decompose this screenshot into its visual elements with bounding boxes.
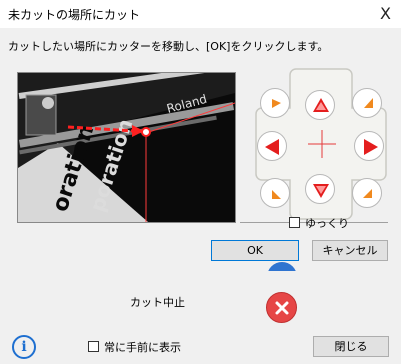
move-up-right-button[interactable] xyxy=(352,88,382,118)
move-pad xyxy=(246,64,396,224)
slow-label: ゆっくり xyxy=(305,217,349,230)
info-icon[interactable]: i xyxy=(12,335,36,359)
move-left-button[interactable] xyxy=(257,131,287,161)
title-bar: 未カットの場所にカット X xyxy=(0,0,401,28)
camera-preview: oration poration Roland xyxy=(17,72,236,223)
move-up-left-button[interactable] xyxy=(260,88,290,118)
close-button[interactable]: 閉じる xyxy=(313,336,389,357)
stay-on-top-checkbox[interactable] xyxy=(88,341,99,352)
cut-stop-button[interactable] xyxy=(266,292,297,323)
ok-button[interactable]: OK xyxy=(211,240,299,261)
stay-on-top-label: 常に手前に表示 xyxy=(104,341,181,354)
move-down-right-button[interactable] xyxy=(352,178,382,208)
move-down-left-button[interactable] xyxy=(260,178,290,208)
cut-stop-label: カット中止 xyxy=(130,296,185,309)
hidden-blue-button xyxy=(267,262,297,271)
instruction-text: カットしたい場所にカッターを移動し、[OK]をクリックします。 xyxy=(8,40,329,53)
slow-checkbox[interactable] xyxy=(289,217,300,228)
move-down-button[interactable] xyxy=(305,174,335,204)
close-window-button[interactable]: X xyxy=(380,4,391,23)
window-title: 未カットの場所にカット xyxy=(8,8,141,22)
move-up-button[interactable] xyxy=(305,90,335,120)
move-right-button[interactable] xyxy=(354,131,384,161)
cancel-button[interactable]: キャンセル xyxy=(312,240,388,261)
